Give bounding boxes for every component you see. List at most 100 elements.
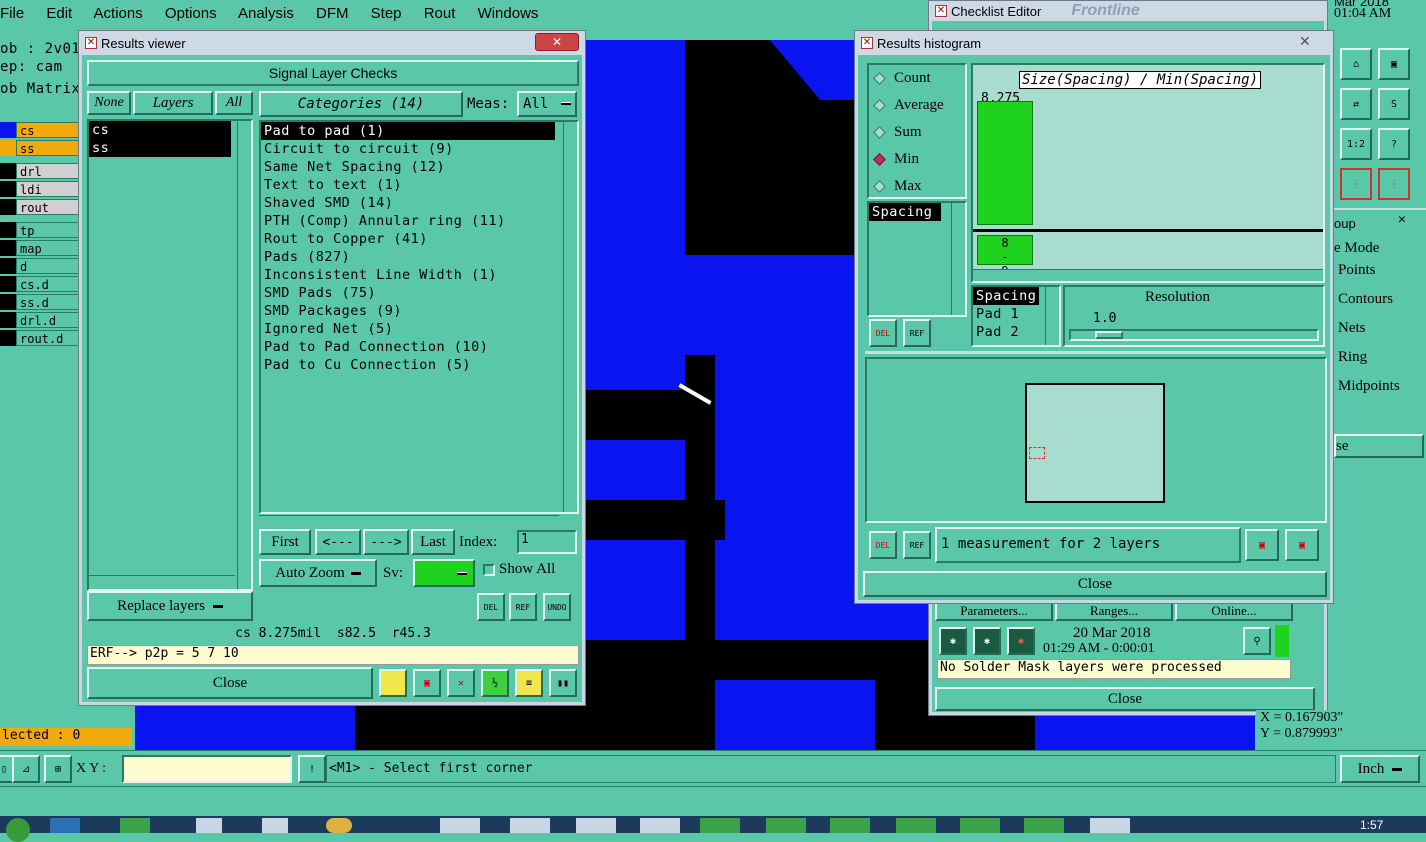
- zoom-icon[interactable]: ⚲: [1243, 627, 1271, 655]
- prev-button[interactable]: <---: [315, 529, 361, 555]
- run-all-icon[interactable]: ✱: [973, 627, 1001, 655]
- taskbar-app-icon[interactable]: [326, 818, 352, 833]
- last-button[interactable]: Last: [411, 529, 455, 555]
- menu-actions[interactable]: Actions: [94, 5, 143, 22]
- taskbar-app-icon[interactable]: [510, 818, 550, 833]
- net-icon[interactable]: ⋮: [1340, 168, 1372, 200]
- xy-input[interactable]: [122, 755, 292, 783]
- taskbar-app-icon[interactable]: [120, 818, 150, 833]
- taskbar-app-icon[interactable]: [766, 818, 806, 833]
- notes-icon[interactable]: ≡: [515, 669, 543, 697]
- snap-nets[interactable]: Nets: [1338, 320, 1366, 337]
- category-item[interactable]: Ignored Net (5): [261, 320, 577, 338]
- layer-row[interactable]: ss.d: [0, 293, 80, 310]
- del-button[interactable]: DEL: [869, 531, 897, 559]
- taskbar-app-icon[interactable]: [50, 818, 80, 833]
- scrollbar[interactable]: [563, 122, 577, 512]
- run-icon[interactable]: ✱: [939, 627, 967, 655]
- histogram-icon[interactable]: ▮▮: [549, 669, 577, 697]
- category-item[interactable]: Pad to pad (1): [261, 122, 555, 140]
- taskbar-app-icon[interactable]: [576, 818, 616, 833]
- auto-zoom-dropdown[interactable]: Auto Zoom: [259, 559, 377, 587]
- layer-item[interactable]: cs: [89, 121, 231, 139]
- category-item[interactable]: Same Net Spacing (12): [261, 158, 577, 176]
- layer-row[interactable]: tp: [0, 221, 80, 238]
- taskbar-app-icon[interactable]: [262, 818, 288, 833]
- snap-icon[interactable]: S: [1378, 88, 1410, 120]
- measure-icon[interactable]: ⊿: [12, 755, 40, 783]
- stat-option-max[interactable]: Max: [869, 173, 965, 200]
- meas-dropdown[interactable]: All: [517, 91, 577, 117]
- none-button[interactable]: None: [87, 91, 131, 115]
- category-item[interactable]: Pads (827): [261, 248, 577, 266]
- taskbar-app-icon[interactable]: [896, 818, 936, 833]
- stat-option-average[interactable]: Average: [869, 92, 965, 119]
- taskbar-app-icon[interactable]: [1090, 818, 1130, 833]
- spacing-item[interactable]: Spacing: [869, 203, 941, 221]
- category-item[interactable]: Inconsistent Line Width (1): [261, 266, 577, 284]
- parameters-button[interactable]: Parameters...: [935, 601, 1053, 621]
- resolution-slider[interactable]: [1069, 329, 1319, 341]
- menu-edit[interactable]: Edit: [46, 5, 72, 22]
- net-select-icon[interactable]: ⋮: [1378, 168, 1410, 200]
- menu-rout[interactable]: Rout: [424, 5, 456, 22]
- slider-thumb[interactable]: [1095, 331, 1123, 339]
- index-field[interactable]: 1: [517, 530, 577, 554]
- ranges-button[interactable]: Ranges...: [1055, 601, 1173, 621]
- taskbar-app-icon[interactable]: [830, 818, 870, 833]
- categories-listbox[interactable]: Pad to pad (1) Circuit to circuit (9) Same…: [259, 120, 579, 514]
- home-icon[interactable]: ⌂: [1340, 48, 1372, 80]
- online-button[interactable]: Online...: [1175, 601, 1293, 621]
- taskbar-app-icon[interactable]: [196, 818, 222, 833]
- snap-ring[interactable]: Ring: [1338, 349, 1367, 366]
- category-item[interactable]: Rout to Copper (41): [261, 230, 577, 248]
- spacing-listbox[interactable]: Spacing: [867, 201, 967, 317]
- layer-row[interactable]: cs.d: [0, 275, 80, 292]
- stat-option-sum[interactable]: Sum: [869, 119, 965, 146]
- category-item[interactable]: SMD Packages (9): [261, 302, 577, 320]
- all-button[interactable]: All: [215, 91, 253, 115]
- layer-row[interactable]: ldi: [0, 180, 80, 197]
- scrollbar[interactable]: [1045, 287, 1059, 345]
- scrollbar[interactable]: [973, 269, 1323, 281]
- checklist-close-button[interactable]: Close: [935, 687, 1315, 711]
- close-icon[interactable]: ✕: [535, 33, 579, 51]
- menu-windows[interactable]: Windows: [478, 5, 539, 22]
- ref-button[interactable]: REF: [509, 593, 537, 621]
- close-icon[interactable]: ✕: [1299, 33, 1311, 50]
- layer-row[interactable]: rout.d: [0, 329, 80, 346]
- del-button[interactable]: DEL: [869, 319, 897, 347]
- alert-icon[interactable]: !: [298, 755, 326, 783]
- layer-row[interactable]: cs: [0, 121, 80, 138]
- layer-row[interactable]: drl.d: [0, 311, 80, 328]
- close-icon[interactable]: ✕: [1398, 212, 1406, 227]
- scrollbar[interactable]: [89, 575, 235, 587]
- taskbar-app-icon[interactable]: [700, 818, 740, 833]
- category-item[interactable]: PTH (Comp) Annular ring (11): [261, 212, 577, 230]
- show-all-checkbox[interactable]: [483, 564, 495, 576]
- layer-row[interactable]: rout: [0, 198, 80, 215]
- category-item[interactable]: Shaved SMD (14): [261, 194, 577, 212]
- taskbar-app-icon[interactable]: [1024, 818, 1064, 833]
- layer-row[interactable]: map: [0, 239, 80, 256]
- category-item[interactable]: Pad to Pad Connection (10): [261, 338, 577, 356]
- scrollbar[interactable]: [951, 203, 965, 315]
- category-item[interactable]: Pad to Cu Connection (5): [261, 356, 577, 374]
- taskbar-app-icon[interactable]: [960, 818, 1000, 833]
- number-icon[interactable]: ½: [481, 669, 509, 697]
- menu-options[interactable]: Options: [165, 5, 217, 22]
- menu-file[interactable]: File: [0, 5, 24, 22]
- stat-option-min[interactable]: Min: [869, 146, 965, 173]
- menu-dfm[interactable]: DFM: [316, 5, 349, 22]
- start-icon[interactable]: [6, 818, 30, 842]
- snap-points[interactable]: Points: [1338, 262, 1376, 279]
- attribute-item[interactable]: Spacing: [973, 287, 1039, 305]
- layer-row[interactable]: d: [0, 257, 80, 274]
- stat-option-count[interactable]: Count: [869, 65, 965, 92]
- export-all-icon[interactable]: ▣: [1285, 529, 1319, 561]
- replace-layers-dropdown[interactable]: Replace layers: [87, 591, 253, 621]
- scale-icon[interactable]: 1:2: [1340, 128, 1372, 160]
- popup-close-button[interactable]: se: [1334, 434, 1424, 458]
- snap-contours[interactable]: Contours: [1338, 291, 1393, 308]
- menu-step[interactable]: Step: [371, 5, 402, 22]
